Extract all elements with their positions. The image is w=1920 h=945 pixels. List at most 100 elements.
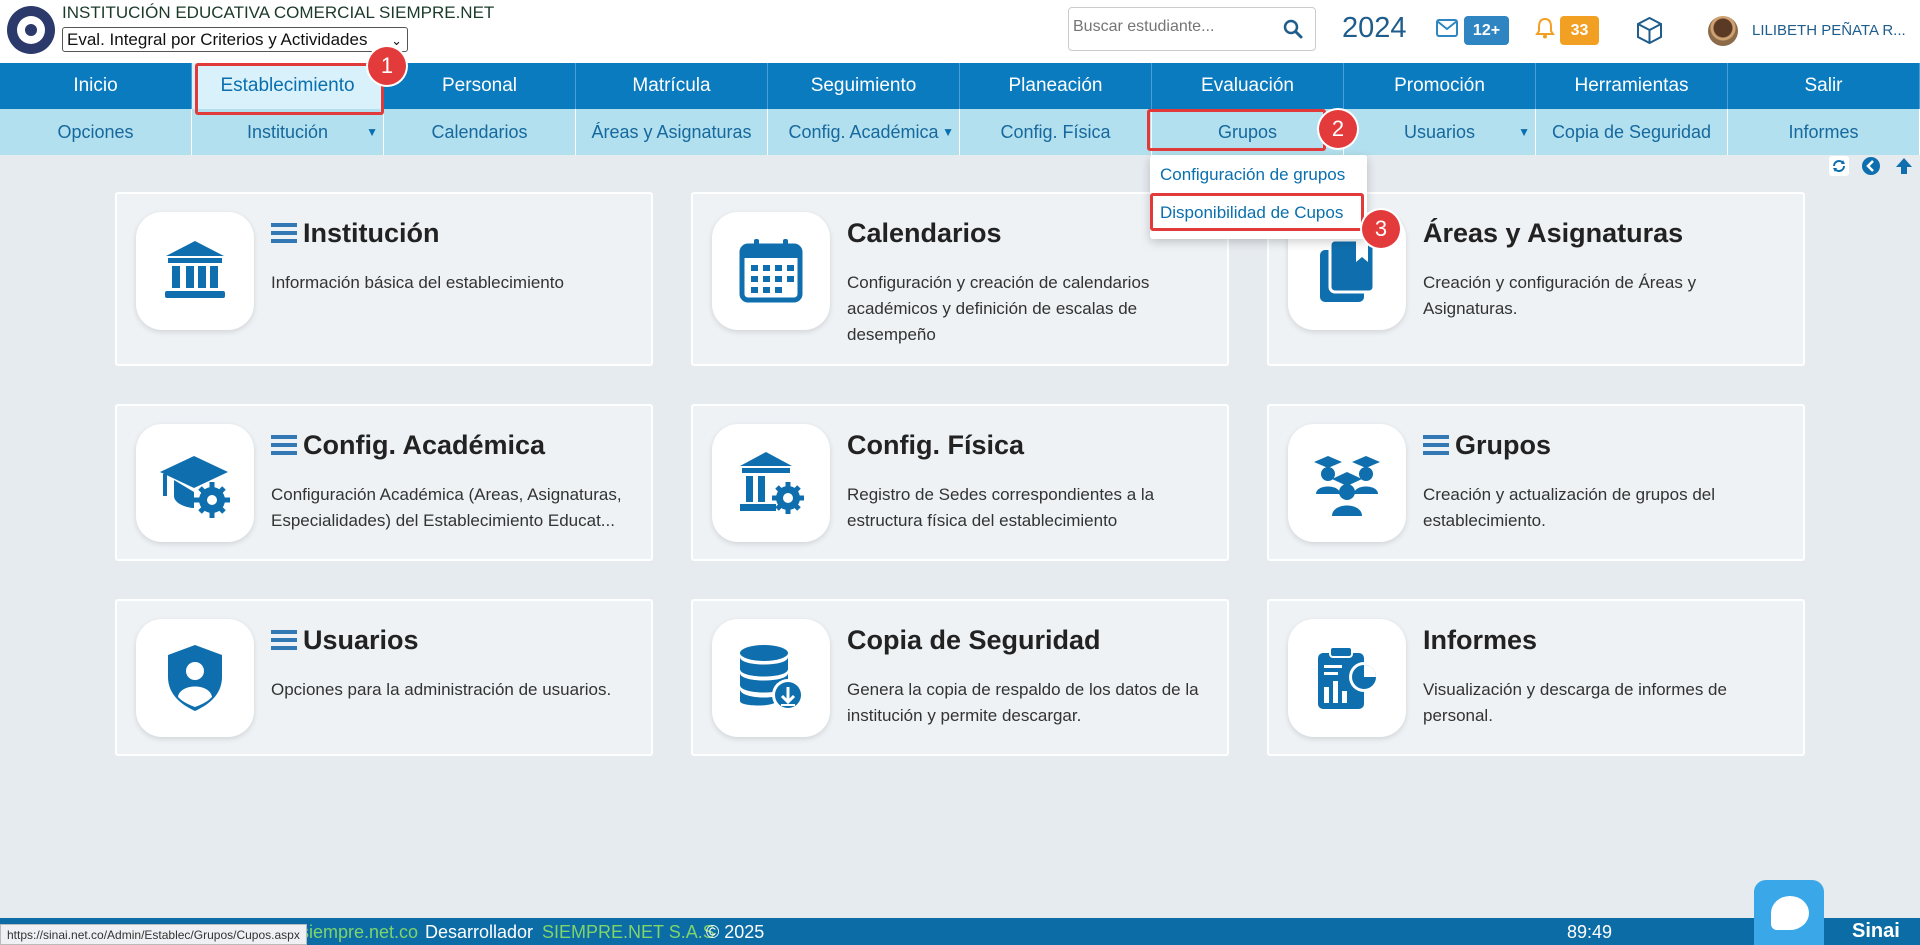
school-year[interactable]: 2024	[1342, 12, 1407, 45]
search-icon[interactable]	[1283, 19, 1303, 39]
nav-inicio[interactable]: Inicio	[0, 63, 192, 109]
subnav-label: Usuarios	[1403, 122, 1476, 142]
avatar[interactable]	[1708, 16, 1738, 46]
subnav-opciones[interactable]: Opciones	[0, 109, 192, 155]
card-description: Visualización y descarga de informes de …	[1423, 680, 1727, 725]
card-title-text: Config. Física	[847, 430, 1025, 460]
subnav-usuarios[interactable]: Usuarios ▼	[1344, 109, 1536, 155]
nav-personal[interactable]: Personal	[384, 63, 576, 109]
menu-icon[interactable]	[271, 629, 297, 651]
institution-logo[interactable]	[7, 6, 55, 54]
menu-icon[interactable]	[1423, 434, 1449, 456]
subnav-copia-seguridad[interactable]: Copia de Seguridad	[1536, 109, 1728, 155]
menu-icon[interactable]	[271, 434, 297, 456]
subnav-institucion[interactable]: Institución ▼	[192, 109, 384, 155]
card-description: Opciones para la administración de usuar…	[271, 680, 612, 699]
dropdown-triangle-icon: ▼	[366, 125, 378, 139]
subnav-label: Config. Académica	[788, 122, 939, 142]
report-icon	[1318, 646, 1379, 709]
cube-icon[interactable]	[1635, 16, 1664, 45]
footer-copyright: © 2025	[706, 922, 765, 942]
card-title: Áreas y Asignaturas	[1423, 218, 1683, 249]
card-title-text: Usuarios	[303, 625, 419, 655]
card-icon-box	[136, 619, 254, 737]
card-icon-box	[1288, 424, 1406, 542]
evaluation-mode-select[interactable]: Eval. Integral por Criterios y Actividad…	[62, 27, 408, 52]
card-title-text: Calendarios	[847, 218, 1002, 248]
subnav-label: Calendarios	[431, 122, 528, 142]
card-institucion[interactable]: Institución Información básica del estab…	[115, 192, 653, 366]
card-title-text: Copia de Seguridad	[847, 625, 1101, 655]
subnav-label: Institución	[246, 122, 329, 142]
session-timer: 89:49	[1567, 922, 1613, 942]
card-grupos[interactable]: Grupos Creación y actualización de grupo…	[1267, 404, 1805, 561]
notification-count-badge[interactable]: 33	[1560, 16, 1599, 45]
card-informes[interactable]: Informes Visualización y descarga de inf…	[1267, 599, 1805, 756]
card-description: Registro de Sedes correspondientes a la …	[847, 485, 1155, 530]
subnav-label: Opciones	[57, 122, 134, 142]
bell-icon[interactable]	[1535, 17, 1555, 39]
subnav-areas-asignaturas[interactable]: Áreas y Asignaturas	[576, 109, 768, 155]
card-config-fisica[interactable]: Config. Física Registro de Sedes corresp…	[691, 404, 1229, 561]
footer-site-link[interactable]: siempre.net.co	[300, 922, 418, 943]
footer-company-link[interactable]: SIEMPRE.NET S.A.S	[542, 922, 715, 943]
subnav-label: Informes	[1788, 122, 1859, 142]
card-config-academica[interactable]: Config. Académica Configuración Académic…	[115, 404, 653, 561]
highlight-establecimiento	[195, 63, 384, 115]
subnav-config-fisica[interactable]: Config. Física	[960, 109, 1152, 155]
book-icon	[1320, 238, 1376, 302]
card-description: Creación y configuración de Áreas y Asig…	[1423, 273, 1697, 318]
card-title: Config. Física	[847, 430, 1024, 461]
back-icon[interactable]	[1860, 155, 1882, 177]
card-title: Usuarios	[271, 625, 419, 656]
card-description: Configuración Académica (Areas, Asignatu…	[271, 485, 622, 530]
search-input[interactable]	[1073, 18, 1273, 36]
card-icon-box	[712, 212, 830, 330]
chat-icon[interactable]	[1754, 880, 1824, 945]
subnav-informes[interactable]: Informes	[1728, 109, 1920, 155]
card-icon-box	[712, 619, 830, 737]
brand-logo: Sinai	[1852, 920, 1900, 942]
step-marker-1: 1	[368, 47, 406, 85]
nav-herramientas[interactable]: Herramientas	[1536, 63, 1728, 109]
card-calendarios[interactable]: Calendarios Configuración y creación de …	[691, 192, 1229, 366]
mail-icon[interactable]	[1436, 19, 1458, 37]
card-title: Copia de Seguridad	[847, 625, 1101, 656]
card-title-text: Informes	[1423, 625, 1538, 655]
mail-count-badge[interactable]: 12+	[1464, 16, 1509, 45]
card-title: Informes	[1423, 625, 1537, 656]
evaluation-mode-value: Eval. Integral por Criterios y Actividad…	[67, 30, 368, 49]
card-description: Creación y actualización de grupos del e…	[1423, 485, 1716, 530]
sub-navigation: Opciones Institución ▼ Calendarios Áreas …	[0, 109, 1920, 155]
calendar-icon	[739, 239, 803, 303]
card-title-text: Institución	[303, 218, 440, 248]
nav-matricula[interactable]: Matrícula	[576, 63, 768, 109]
status-url-tooltip: https://sinai.net.co/Admin/Establec/Grup…	[0, 924, 307, 945]
nav-evaluacion[interactable]: Evaluación	[1152, 63, 1344, 109]
card-description: Configuración y creación de calendarios …	[847, 273, 1150, 344]
card-description: Genera la copia de respaldo de los datos…	[847, 680, 1199, 725]
subnav-config-academica[interactable]: Config. Académica ▼	[768, 109, 960, 155]
card-usuarios[interactable]: Usuarios Opciones para la administración…	[115, 599, 653, 756]
footer-developer-label: Desarrollador	[425, 922, 534, 942]
refresh-icon[interactable]	[1828, 155, 1850, 177]
nav-planeacion[interactable]: Planeación	[960, 63, 1152, 109]
nav-salir[interactable]: Salir	[1728, 63, 1920, 109]
nav-seguimiento[interactable]: Seguimiento	[768, 63, 960, 109]
scroll-top-icon[interactable]	[1893, 155, 1915, 177]
database-download-icon	[740, 645, 804, 711]
search-box[interactable]	[1068, 7, 1316, 51]
card-icon-box	[136, 424, 254, 542]
card-title-text: Config. Académica	[303, 430, 546, 460]
menu-item-configuracion-grupos[interactable]: Configuración de grupos	[1160, 165, 1345, 185]
user-name[interactable]: LILIBETH PEÑATA R...	[1752, 22, 1906, 39]
menu-icon[interactable]	[271, 222, 297, 244]
subnav-label: Config. Física	[1000, 122, 1111, 142]
building-gear-icon	[740, 452, 804, 514]
card-copia-seguridad[interactable]: Copia de Seguridad Genera la copia de re…	[691, 599, 1229, 756]
step-marker-3: 3	[1362, 210, 1400, 248]
institution-icon	[165, 241, 225, 298]
card-title-text: Grupos	[1455, 430, 1552, 460]
subnav-calendarios[interactable]: Calendarios	[384, 109, 576, 155]
nav-promocion[interactable]: Promoción	[1344, 63, 1536, 109]
